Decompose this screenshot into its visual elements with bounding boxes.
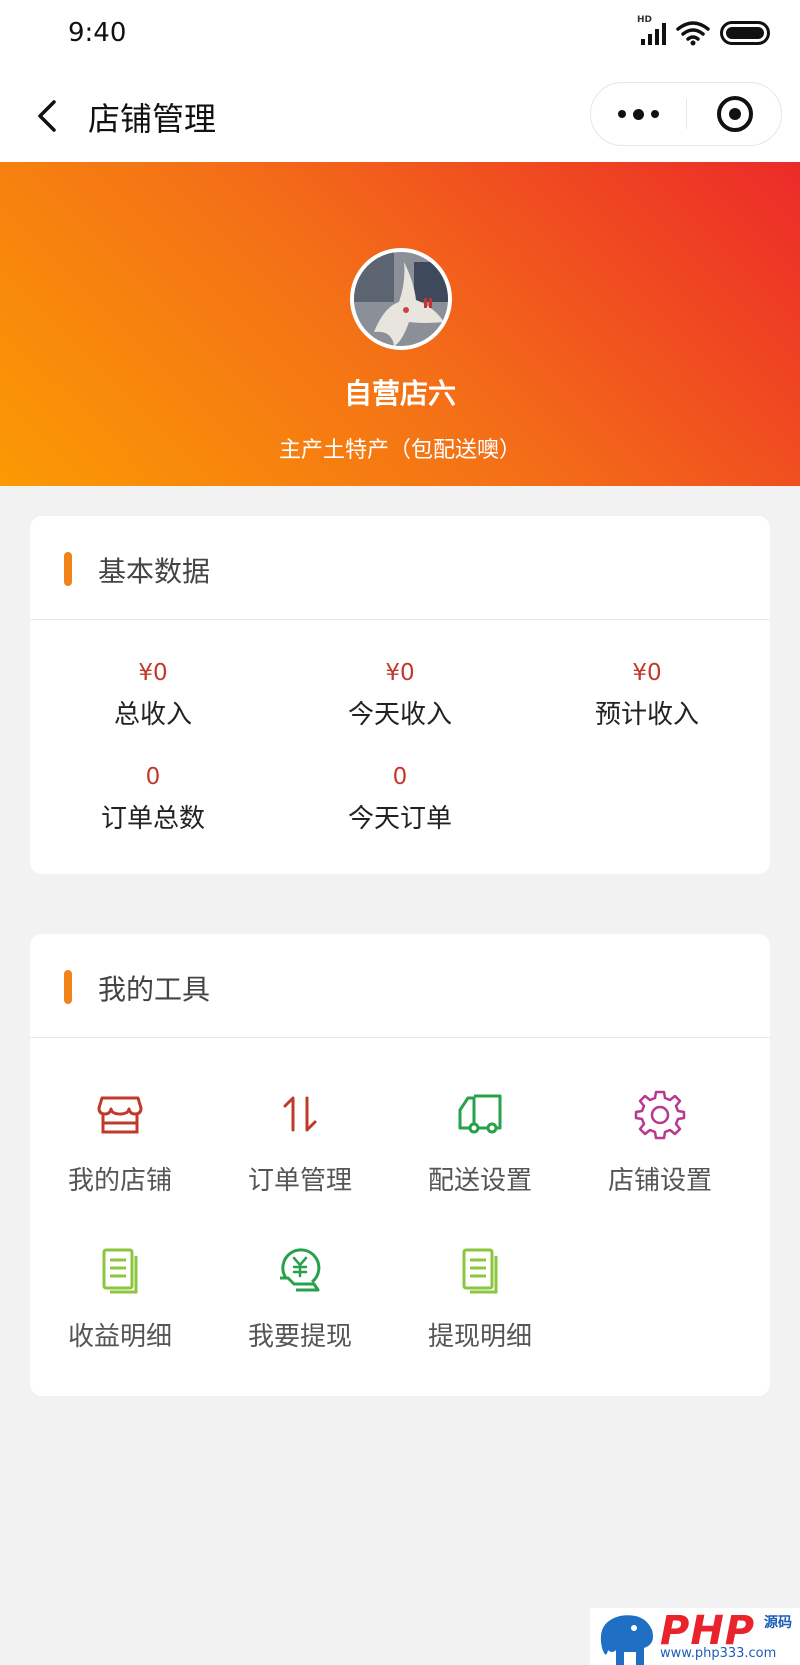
section-title: 我的工具	[98, 973, 211, 1006]
nav-bar: 店铺管理	[0, 72, 800, 162]
avatar-image	[354, 252, 448, 346]
tool-withdraw[interactable]: 我要提现	[210, 1244, 390, 1353]
chevron-left-icon	[38, 100, 56, 132]
document-list-icon	[102, 1248, 138, 1294]
status-bar: 9:40 HD	[0, 0, 800, 72]
section-accent-bar	[64, 552, 72, 586]
stat-label: 总收入	[113, 700, 192, 730]
yuan-withdraw-icon	[280, 1248, 321, 1292]
stat-value: 0	[145, 764, 161, 790]
stat-today-orders: 0 今天订单	[277, 762, 523, 835]
shop-header: 自营店六 主产土特产（包配送噢）	[0, 162, 800, 486]
stat-value: 0	[392, 764, 408, 790]
wifi-icon	[676, 21, 710, 46]
tool-withdraw-details[interactable]: 提现明细	[390, 1244, 570, 1353]
stat-expected-income: ¥0 预计收入	[524, 658, 770, 731]
tools-card: 我的工具 我的店铺 订单管理 配送设置 店铺设置 收益明细 我要提现 提现明细	[30, 934, 770, 1396]
watermark-url: www.php333.com	[660, 1646, 777, 1661]
sort-arrows-icon	[283, 1096, 317, 1132]
tool-income-details[interactable]: 收益明细	[30, 1244, 210, 1353]
store-icon	[97, 1096, 143, 1134]
tool-label: 我要提现	[247, 1322, 352, 1352]
stat-label: 今天订单	[347, 804, 452, 834]
stat-total-orders: 0 订单总数	[30, 762, 276, 835]
stat-today-income: ¥0 今天收入	[277, 658, 523, 731]
tool-label: 订单管理	[247, 1166, 352, 1196]
hd-tag: HD	[637, 15, 653, 25]
shop-description: 主产土特产（包配送噢）	[278, 438, 521, 463]
watermark-brand-sub: 源码	[764, 1615, 792, 1631]
page-title: 店铺管理	[88, 100, 217, 138]
tool-store-settings[interactable]: 店铺设置	[570, 1088, 750, 1197]
section-title: 基本数据	[98, 555, 211, 588]
card-header: 我的工具	[30, 934, 770, 1038]
basic-data-card: 基本数据 ¥0 总收入 ¥0 今天收入 ¥0 预计收入 0 订单总数 0 今天订…	[30, 516, 770, 874]
status-icons: HD	[637, 15, 770, 46]
target-icon	[716, 96, 753, 132]
document-list-icon	[462, 1248, 498, 1294]
more-options-button[interactable]	[591, 83, 686, 145]
tool-label: 提现明细	[427, 1322, 532, 1352]
shop-name: 自营店六	[343, 377, 456, 410]
tool-label: 配送设置	[427, 1166, 532, 1196]
tool-order-management[interactable]: 订单管理	[210, 1088, 390, 1197]
gear-icon	[634, 1090, 686, 1140]
stat-total-income: ¥0 总收入	[30, 658, 276, 731]
shop-avatar	[350, 248, 452, 350]
battery-icon	[720, 21, 770, 45]
stat-label: 预计收入	[594, 700, 699, 730]
status-time: 9:40	[68, 18, 127, 48]
stat-label: 今天收入	[347, 700, 452, 730]
stat-value: ¥0	[632, 660, 662, 686]
delivery-truck-icon	[458, 1094, 502, 1134]
stat-value: ¥0	[138, 660, 168, 686]
elephant-logo-icon	[600, 1615, 653, 1665]
back-button[interactable]	[30, 96, 70, 136]
stat-label: 订单总数	[100, 804, 205, 834]
section-accent-bar	[64, 970, 72, 1004]
close-mini-program-button[interactable]	[687, 83, 782, 145]
card-header: 基本数据	[30, 516, 770, 620]
mini-program-capsule	[590, 82, 782, 146]
watermark-logo: PHP 源码 www.php333.com	[590, 1608, 800, 1665]
tool-label: 我的店铺	[67, 1166, 172, 1196]
cellular-signal-icon: HD	[637, 15, 666, 45]
tool-delivery-settings[interactable]: 配送设置	[390, 1088, 570, 1197]
tool-label: 收益明细	[67, 1322, 172, 1352]
tool-my-store[interactable]: 我的店铺	[30, 1088, 210, 1197]
stat-value: ¥0	[385, 660, 415, 686]
tool-label: 店铺设置	[607, 1166, 712, 1196]
